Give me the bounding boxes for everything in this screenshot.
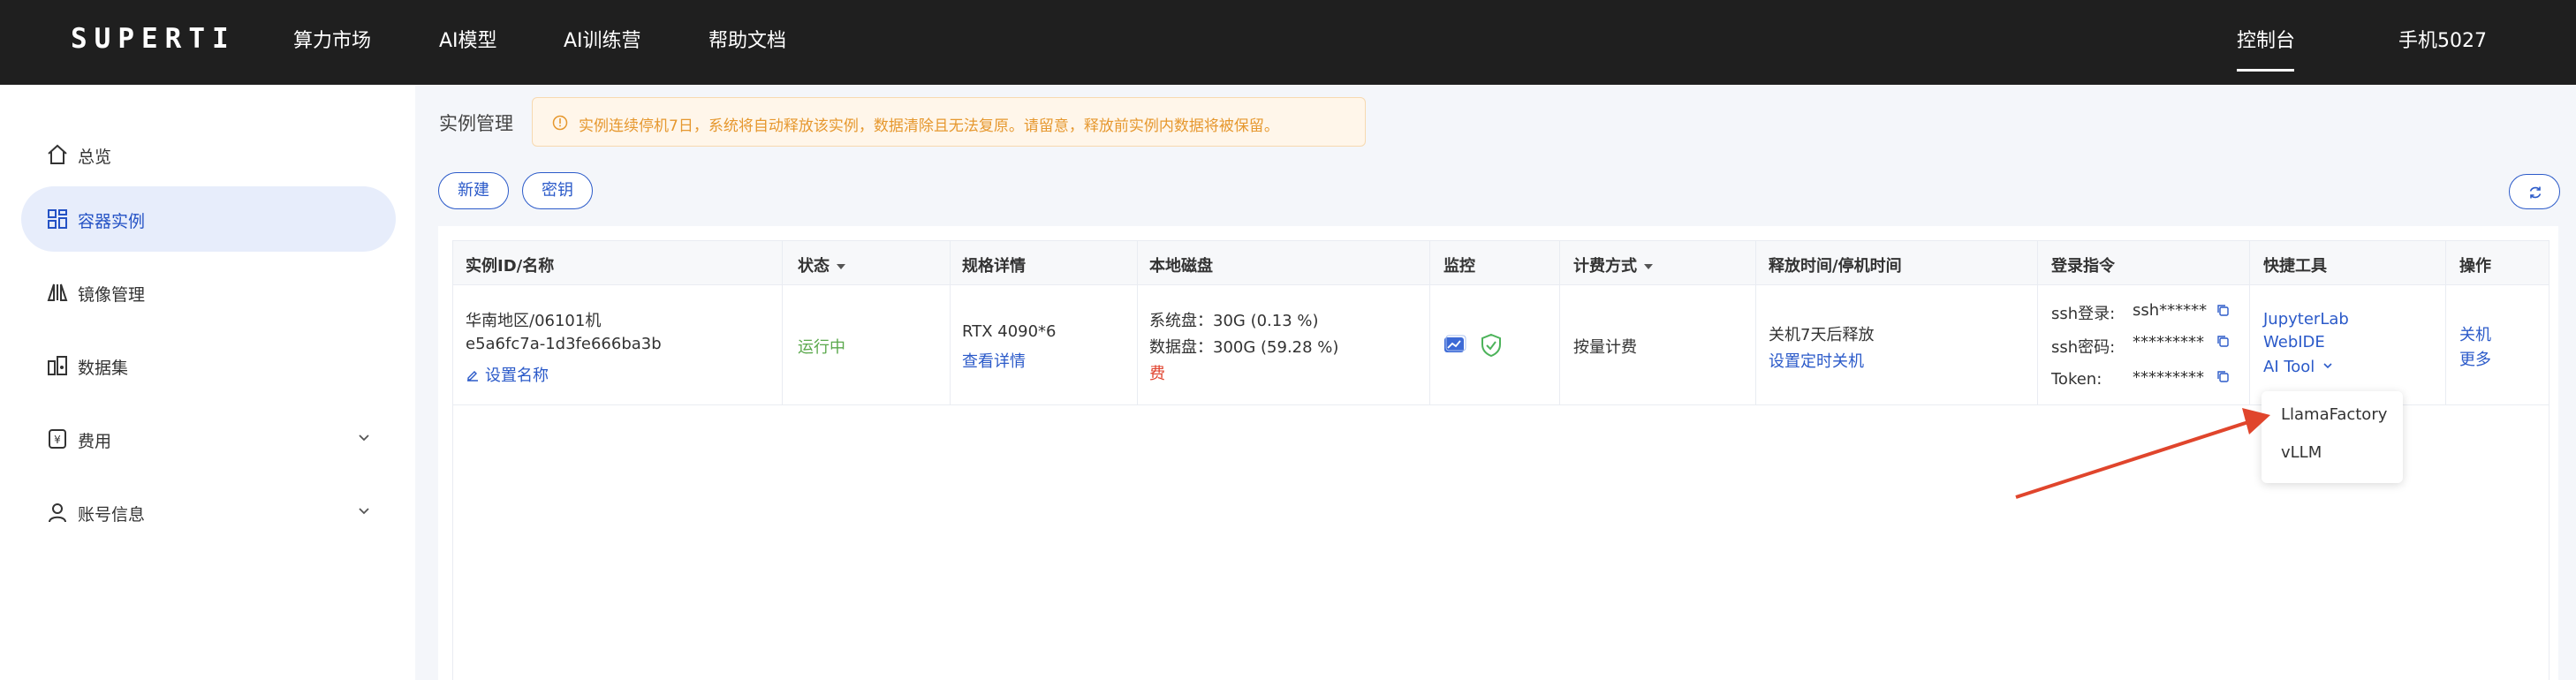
grid-icon [48, 209, 67, 229]
ai-tool-dropdown[interactable]: AI Tool [2263, 358, 2334, 376]
sort-caret-icon [837, 264, 845, 269]
system-disk: 系统盘：30G (0.13 %) [1149, 312, 1319, 330]
spec-gpu: RTX 4090*6 [962, 322, 1057, 341]
sidebar-item-label: 费用 [78, 432, 112, 451]
home-icon [48, 144, 67, 164]
sidebar-item-account[interactable]: 账号信息 [21, 480, 396, 545]
scheduled-shutdown-link[interactable]: 设置定时关机 [1769, 349, 1864, 372]
copy-icon[interactable] [2216, 334, 2230, 348]
page-title: 实例管理 [439, 113, 513, 134]
column-divider [2037, 241, 2038, 405]
ssh-login-value: ssh****** [2133, 301, 2208, 320]
ai-tool-label: AI Tool [2263, 358, 2315, 376]
column-divider [1429, 241, 1430, 405]
col-header-actions: 操作 [2459, 257, 2491, 276]
status-badge: 运行中 [798, 338, 845, 357]
top-navbar: SUPERTI 算力市场 AI模型 AI训练营 帮助文档 控制台 手机5027 [0, 0, 2576, 85]
sidebar-item-label: 总览 [78, 147, 112, 167]
sidebar: 总览 容器实例 镜像管理 数据集 ¥ 费用 账号信息 [0, 85, 415, 680]
column-divider [2249, 241, 2250, 405]
data-disk: 数据盘：300G (59.28 %) [1149, 338, 1339, 357]
nav-ai-camp[interactable]: AI训练营 [564, 25, 641, 53]
disk-fee-link[interactable]: 费 [1149, 361, 1165, 384]
refresh-button[interactable] [2509, 174, 2560, 209]
refresh-icon [2529, 186, 2542, 199]
col-header-tools: 快捷工具 [2263, 257, 2327, 276]
ssh-password-label: ssh密码: [2051, 338, 2116, 357]
col-header-billing[interactable]: 计费方式 [1573, 253, 1653, 276]
column-divider [950, 241, 951, 405]
col-header-id: 实例ID/名称 [466, 257, 555, 276]
chevron-down-icon [359, 508, 369, 515]
warning-banner: 实例连续停机7日，系统将自动释放该实例，数据清除且无法复原。请留意，释放前实例内… [532, 97, 1366, 147]
set-name-link[interactable]: 设置名称 [466, 363, 549, 386]
token-value: ********* [2133, 368, 2204, 387]
ssh-login-label: ssh登录: [2051, 305, 2116, 323]
col-header-monitor: 监控 [1443, 257, 1475, 276]
info-icon [552, 115, 568, 131]
billing-method: 按量计费 [1573, 338, 1637, 357]
copy-icon[interactable] [2216, 303, 2230, 317]
user-icon [49, 503, 66, 523]
sidebar-item-images[interactable]: 镜像管理 [21, 260, 396, 325]
sidebar-item-label: 容器实例 [78, 212, 146, 231]
edit-icon [467, 371, 478, 382]
col-header-spec: 规格详情 [962, 257, 1026, 276]
svg-text:¥: ¥ [54, 434, 61, 446]
console-active-underline [2237, 69, 2294, 72]
webide-link[interactable]: WebIDE [2263, 333, 2325, 351]
sort-caret-icon [1644, 264, 1653, 269]
more-actions-link[interactable]: 更多 [2459, 347, 2491, 370]
sidebar-item-label: 镜像管理 [78, 285, 146, 305]
token-label: Token: [2051, 370, 2102, 389]
column-divider [1559, 241, 1560, 405]
nav-ai-models[interactable]: AI模型 [439, 25, 497, 53]
column-divider [2445, 241, 2446, 405]
col-header-status[interactable]: 状态 [798, 253, 845, 276]
key-button[interactable]: 密钥 [522, 172, 593, 209]
nav-help-docs[interactable]: 帮助文档 [708, 25, 786, 53]
jupyterlab-link[interactable]: JupyterLab [2263, 310, 2349, 329]
shield-check-icon[interactable] [1480, 333, 1503, 358]
logo[interactable]: SUPERTI [71, 23, 236, 55]
yuan-icon: ¥ [49, 429, 66, 449]
sidebar-item-overview[interactable]: 总览 [21, 122, 396, 187]
warning-text: 实例连续停机7日，系统将自动释放该实例，数据清除且无法复原。请留意，释放前实例内… [579, 117, 1279, 135]
column-divider [1755, 241, 1756, 405]
copy-icon[interactable] [2216, 369, 2230, 383]
set-name-label: 设置名称 [485, 366, 549, 385]
sidebar-item-label: 账号信息 [78, 505, 146, 525]
instance-region: 华南地区/06101机 [466, 312, 602, 330]
shutdown-link[interactable]: 关机 [2459, 322, 2491, 345]
sidebar-item-label: 数据集 [78, 359, 129, 378]
col-header-billing-label: 计费方式 [1573, 257, 1637, 276]
col-header-disk: 本地磁盘 [1149, 257, 1213, 276]
instance-table: 实例ID/名称 状态 规格详情 本地磁盘 监控 计费方式 释放时间/停机时间 登… [452, 240, 2549, 680]
col-header-login: 登录指令 [2051, 257, 2115, 276]
user-account-menu[interactable]: 手机5027 [2398, 25, 2487, 53]
col-header-status-label: 状态 [798, 257, 830, 276]
col-header-release: 释放时间/停机时间 [1769, 257, 1902, 276]
nav-compute-market[interactable]: 算力市场 [293, 25, 371, 53]
dataset-icon [48, 356, 67, 375]
ssh-password-value: ********* [2133, 333, 2204, 351]
chevron-down-icon [359, 434, 369, 442]
sidebar-item-datasets[interactable]: 数据集 [21, 333, 396, 398]
menu-item-llamafactory[interactable]: LlamaFactory [2281, 405, 2387, 424]
column-divider [1137, 241, 1138, 405]
sidebar-item-billing[interactable]: ¥ 费用 [21, 406, 396, 472]
ai-tool-menu: LlamaFactory vLLM [2262, 391, 2403, 483]
menu-item-vllm[interactable]: vLLM [2281, 443, 2322, 462]
image-icon [47, 283, 68, 301]
chevron-down-icon [2323, 363, 2332, 369]
instance-id: e5a6fc7a-1d3fe666ba3b [466, 335, 662, 353]
column-divider [782, 241, 783, 405]
nav-console[interactable]: 控制台 [2237, 25, 2295, 53]
table-header-row: 实例ID/名称 状态 规格详情 本地磁盘 监控 计费方式 释放时间/停机时间 登… [453, 241, 2549, 285]
new-instance-button[interactable]: 新建 [438, 172, 509, 209]
view-details-link[interactable]: 查看详情 [962, 349, 1026, 372]
release-time: 关机7天后释放 [1769, 326, 1875, 344]
monitor-chart-icon[interactable] [1443, 335, 1466, 356]
sidebar-item-containers[interactable]: 容器实例 [21, 186, 396, 252]
